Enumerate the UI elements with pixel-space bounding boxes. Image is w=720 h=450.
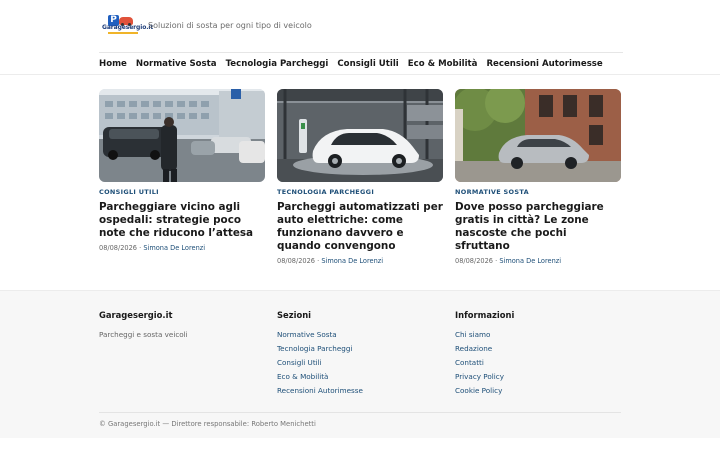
article-title[interactable]: Dove posso parcheggiare gratis in città?… — [455, 201, 621, 253]
logo-text: Garagesergio.it — [102, 24, 154, 31]
list-item: Cookie Policy — [455, 386, 514, 396]
footer-sections-column: Sezioni Normative Sosta Tecnologia Parch… — [277, 309, 363, 400]
list-item: Consigli Utili — [277, 358, 363, 368]
footer-sections-heading: Sezioni — [277, 310, 312, 320]
nav-item-tecnologia-parcheggi[interactable]: Tecnologia Parcheggi — [226, 57, 329, 71]
footer-link-normative-sosta[interactable]: Normative Sosta — [277, 330, 337, 339]
list-item: Redazione — [455, 344, 514, 354]
nav-item-home[interactable]: Home — [99, 57, 127, 71]
site-logo[interactable]: P Garagesergio.it — [102, 14, 153, 38]
nav-item-consigli-utili[interactable]: Consigli Utili — [337, 57, 398, 71]
article-card[interactable]: NORMATIVE SOSTA Dove posso parcheggiare … — [455, 89, 621, 266]
footer-link-redazione[interactable]: Redazione — [455, 344, 492, 353]
footer-copyright: © Garagesergio.it — Direttore responsabi… — [99, 420, 316, 428]
site-footer: Garagesergio.it Parcheggi e sosta veicol… — [0, 290, 720, 438]
article-date: 08/08/2026 — [99, 244, 138, 252]
article-category[interactable]: NORMATIVE SOSTA — [455, 188, 621, 197]
nav-item-eco-mobilita[interactable]: Eco & Mobilità — [408, 57, 478, 71]
site-header: P Garagesergio.it Soluzioni di sosta per… — [99, 14, 623, 52]
article-meta: 08/08/2026 · Simona De Lorenzi — [455, 256, 621, 266]
list-item: Contatti — [455, 358, 514, 368]
footer-link-recensioni-autorimesse[interactable]: Recensioni Autorimesse — [277, 386, 363, 395]
footer-link-privacy-policy[interactable]: Privacy Policy — [455, 372, 504, 381]
footer-about-heading: Garagesergio.it — [99, 310, 173, 320]
footer-divider — [99, 412, 621, 413]
article-title[interactable]: Parcheggiare vicino agli ospedali: strat… — [99, 201, 265, 240]
footer-info-heading: Informazioni — [455, 310, 515, 320]
list-item: Eco & Mobilità — [277, 372, 363, 382]
article-date: 08/08/2026 — [277, 257, 316, 265]
article-meta: 08/08/2026 · Simona De Lorenzi — [99, 243, 265, 253]
footer-info-column: Informazioni Chi siamo Redazione Contatt… — [455, 309, 514, 400]
footer-about-description: Parcheggi e sosta veicoli — [99, 330, 188, 339]
footer-sections-list: Normative Sosta Tecnologia Parcheggi Con… — [277, 330, 363, 396]
footer-info-list: Chi siamo Redazione Contatti Privacy Pol… — [455, 330, 514, 396]
list-item: Recensioni Autorimesse — [277, 386, 363, 396]
article-card[interactable]: CONSIGLI UTILI Parcheggiare vicino agli … — [99, 89, 265, 253]
article-category[interactable]: CONSIGLI UTILI — [99, 188, 265, 197]
footer-link-contatti[interactable]: Contatti — [455, 358, 484, 367]
footer-link-tecnologia-parcheggi[interactable]: Tecnologia Parcheggi — [277, 344, 352, 353]
article-image-free-parking[interactable] — [455, 89, 621, 182]
header-divider — [99, 52, 623, 53]
article-image-hospital-parking[interactable] — [99, 89, 265, 182]
footer-about-column: Garagesergio.it Parcheggi e sosta veicol… — [99, 309, 188, 340]
nav-divider — [0, 74, 720, 75]
article-date: 08/08/2026 — [455, 257, 494, 265]
article-card[interactable]: TECNOLOGIA PARCHEGGI Parcheggi automatiz… — [277, 89, 443, 266]
article-image-automated-parking[interactable] — [277, 89, 443, 182]
footer-link-chi-siamo[interactable]: Chi siamo — [455, 330, 490, 339]
footer-link-cookie-policy[interactable]: Cookie Policy — [455, 386, 502, 395]
list-item: Chi siamo — [455, 330, 514, 340]
article-category[interactable]: TECNOLOGIA PARCHEGGI — [277, 188, 443, 197]
main-nav: Home Normative Sosta Tecnologia Parchegg… — [99, 57, 603, 71]
footer-link-eco-mobilita[interactable]: Eco & Mobilità — [277, 372, 328, 381]
article-author[interactable]: Simona De Lorenzi — [321, 257, 383, 265]
site-tagline: Soluzioni di sosta per ogni tipo di veic… — [148, 21, 312, 30]
logo-underline — [108, 32, 138, 34]
list-item: Normative Sosta — [277, 330, 363, 340]
nav-item-recensioni-autorimesse[interactable]: Recensioni Autorimesse — [486, 57, 602, 71]
article-author[interactable]: Simona De Lorenzi — [499, 257, 561, 265]
article-title[interactable]: Parcheggi automatizzati per auto elettri… — [277, 201, 443, 253]
article-author[interactable]: Simona De Lorenzi — [143, 244, 205, 252]
list-item: Tecnologia Parcheggi — [277, 344, 363, 354]
list-item: Privacy Policy — [455, 372, 514, 382]
article-meta: 08/08/2026 · Simona De Lorenzi — [277, 256, 443, 266]
footer-link-consigli-utili[interactable]: Consigli Utili — [277, 358, 322, 367]
nav-item-normative-sosta[interactable]: Normative Sosta — [136, 57, 217, 71]
